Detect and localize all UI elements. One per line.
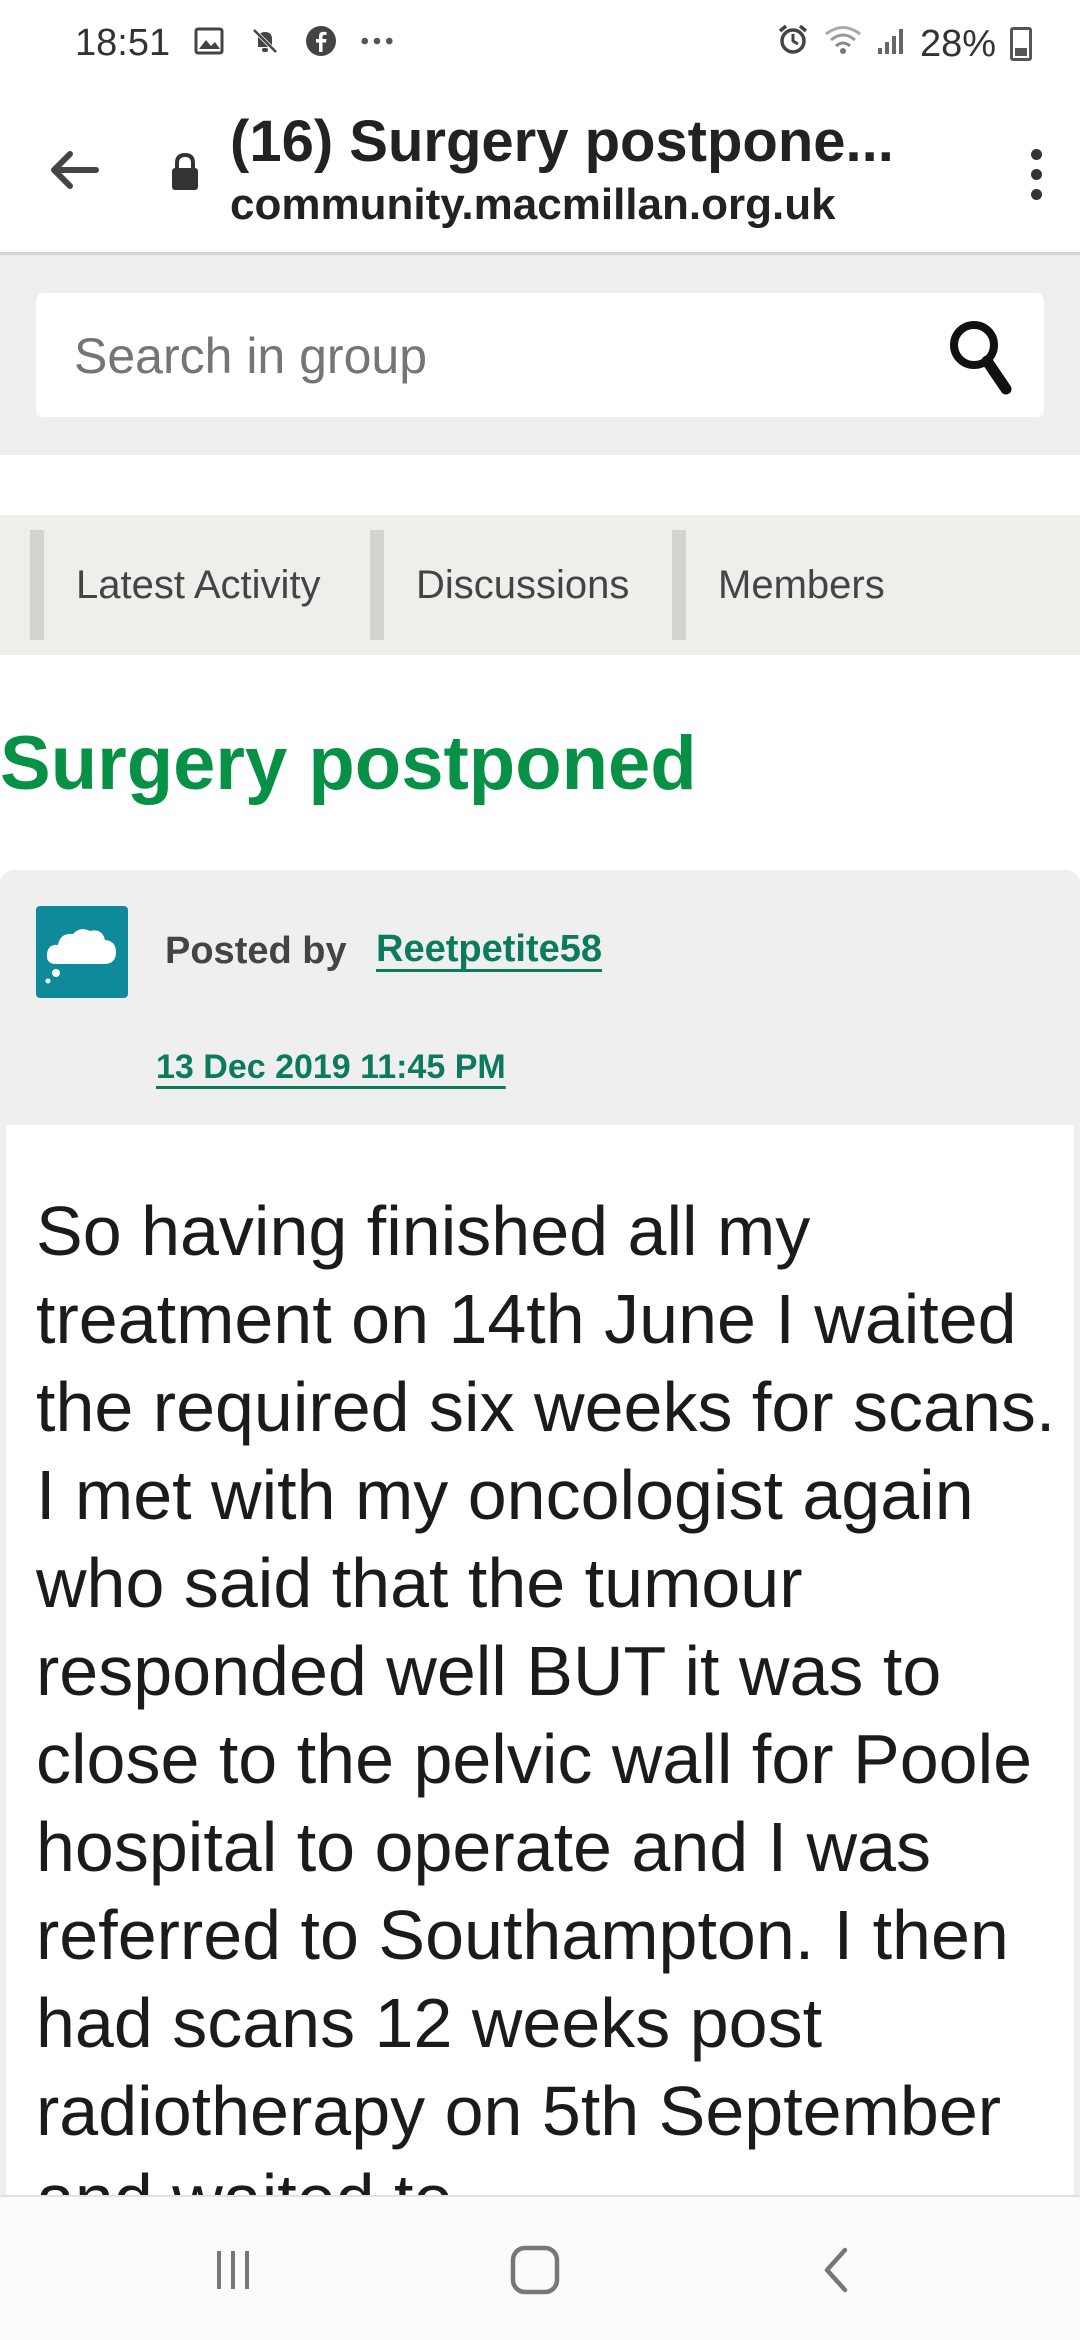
- avatar[interactable]: [36, 906, 128, 998]
- group-tabs: Latest Activity Discussions Members: [0, 515, 1080, 655]
- system-back-button[interactable]: [792, 2235, 882, 2305]
- search-box[interactable]: [36, 293, 1044, 417]
- home-button[interactable]: [490, 2235, 580, 2305]
- overflow-menu-button[interactable]: [1006, 134, 1066, 214]
- arrow-left-icon: [51, 151, 99, 189]
- post-header: Posted by Reetpetite58 13 Dec 2019 11:45…: [0, 870, 1080, 1125]
- posted-by-label: Posted by: [165, 930, 347, 972]
- browser-toolbar: (16) Surgery postpone... community.macmi…: [0, 90, 1080, 255]
- url-domain[interactable]: community.macmillan.org.uk: [230, 180, 836, 230]
- home-icon: [510, 2245, 560, 2295]
- signal-icon: [876, 23, 906, 66]
- menu-dot: [1030, 168, 1042, 180]
- recent-apps-icon: [217, 2251, 249, 2289]
- more-dots-icon: [360, 24, 394, 58]
- tab-latest-activity[interactable]: Latest Activity: [30, 530, 370, 640]
- status-left-icons: [192, 24, 394, 58]
- facebook-icon: [304, 24, 338, 58]
- gallery-icon: [192, 24, 226, 58]
- system-nav-bar: [0, 2195, 1080, 2340]
- search-icon[interactable]: [942, 315, 1022, 401]
- status-bar: 18:51 28%: [0, 0, 1080, 90]
- post-body: So having finished all my treatment on 1…: [6, 1125, 1074, 2195]
- alarm-icon: [776, 22, 810, 66]
- status-time: 18:51: [75, 22, 171, 64]
- post-border-right: [1074, 1125, 1080, 2195]
- tab-members[interactable]: Members: [672, 530, 972, 640]
- wifi-icon: [824, 23, 862, 66]
- status-right-icons: 28%: [776, 22, 1032, 66]
- page-title: Surgery postponed: [0, 721, 697, 806]
- mute-bell-icon: [248, 24, 282, 58]
- tab-discussions[interactable]: Discussions: [370, 530, 672, 640]
- lock-icon: [170, 152, 200, 192]
- search-input[interactable]: [74, 327, 924, 385]
- menu-dot: [1030, 148, 1042, 160]
- post-text: So having finished all my treatment on 1…: [36, 1192, 1056, 2195]
- back-button[interactable]: [36, 130, 116, 210]
- recent-apps-button[interactable]: [188, 2235, 278, 2305]
- menu-dot: [1030, 188, 1042, 200]
- post-date-link[interactable]: 13 Dec 2019 11:45 PM: [156, 1048, 506, 1087]
- search-section: [0, 255, 1080, 455]
- author-link[interactable]: Reetpetite58: [376, 928, 602, 971]
- battery-icon: [1010, 27, 1032, 61]
- chevron-left-icon: [824, 2247, 848, 2293]
- battery-percent: 28%: [919, 22, 996, 65]
- page-tab-title[interactable]: (16) Surgery postpone...: [230, 108, 894, 175]
- cloud-icon: [45, 929, 117, 984]
